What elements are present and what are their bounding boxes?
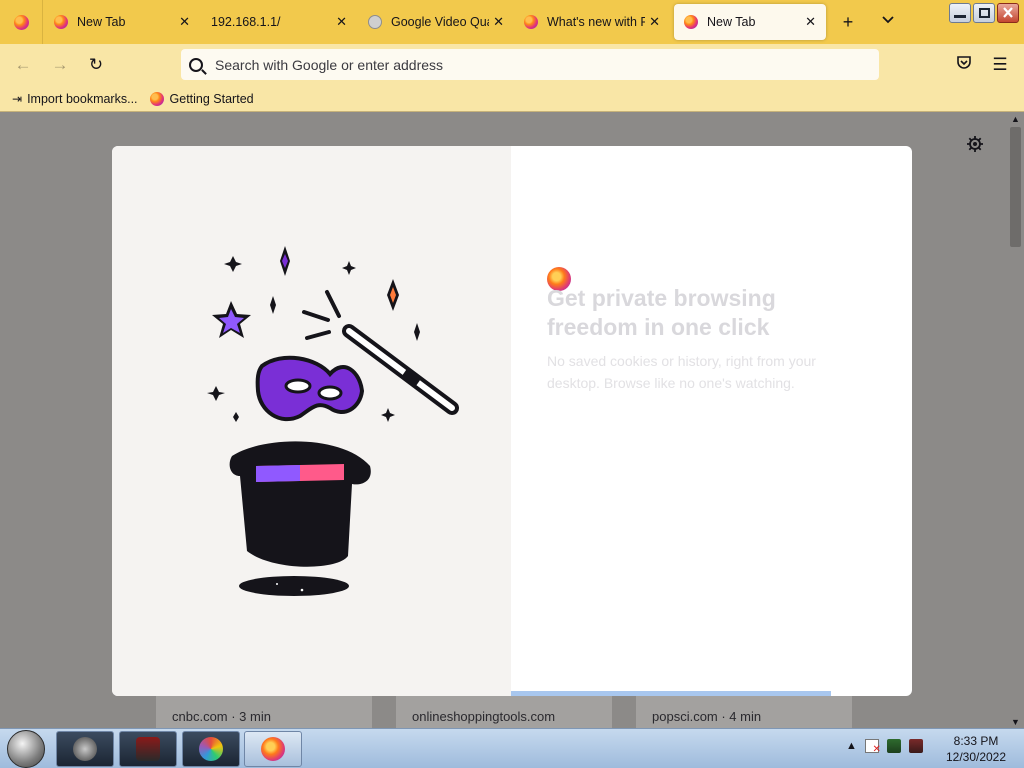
bookmark-label: Getting Started: [169, 91, 254, 106]
list-all-tabs-button[interactable]: [876, 10, 900, 34]
tab-title: New Tab: [77, 15, 126, 29]
close-tab-icon[interactable]: ✕: [179, 14, 190, 30]
tab-new-tab-active[interactable]: New Tab ✕: [674, 4, 826, 40]
scrollbar-thumb[interactable]: [1010, 127, 1021, 247]
start-button[interactable]: [7, 730, 45, 768]
new-tab-button[interactable]: +: [836, 10, 860, 34]
close-tab-icon[interactable]: ✕: [493, 14, 504, 30]
volume-icon[interactable]: [908, 739, 923, 753]
tab-google-video[interactable]: Google Video Qual ✕: [358, 2, 514, 42]
tab-strip: New Tab ✕ 192.168.1.1/ ✕ Google Video Qu…: [0, 0, 1024, 44]
tab-title: New Tab: [707, 15, 756, 29]
restore-button[interactable]: [973, 3, 995, 23]
dialog-heading: Get private browsing freedom in one clic…: [547, 285, 776, 340]
private-browsing-dialog: Get private browsing freedom in one clic…: [112, 146, 912, 696]
pocket-icon: [957, 56, 971, 69]
firefox-icon: [54, 15, 68, 29]
firefox-icon: [524, 15, 538, 29]
tab-new-tab-1[interactable]: New Tab ✕: [44, 2, 200, 42]
tab-whats-new[interactable]: What's new with Fi ✕: [514, 2, 670, 42]
gear-icon: [967, 136, 983, 152]
address-bar[interactable]: [181, 49, 879, 80]
app-icon: [136, 737, 160, 761]
system-tray: ▲ ✕: [846, 739, 923, 755]
firefox-view-button[interactable]: [0, 0, 43, 44]
bookmark-import[interactable]: ⇥ Import bookmarks...: [12, 92, 138, 106]
show-hidden-icons-button[interactable]: ▲: [846, 740, 857, 752]
navigation-toolbar: ← → ↻ ☰: [0, 44, 1024, 86]
action-center-icon[interactable]: ✕: [864, 739, 881, 755]
story-card[interactable]: onlineshoppingtools.com: [396, 696, 612, 728]
close-tab-icon[interactable]: ✕: [649, 14, 660, 30]
close-window-button[interactable]: [997, 3, 1019, 23]
personalize-button[interactable]: [966, 135, 984, 158]
windows-taskbar: ▲ ✕ 8:33 PM 12/30/2022: [0, 728, 1024, 768]
taskbar-app-1[interactable]: [56, 731, 114, 767]
compass-icon: [368, 15, 382, 29]
dialog-message-panel: Get private browsing freedom in one clic…: [511, 146, 912, 696]
clock-date: 12/30/2022: [945, 750, 1007, 764]
back-button[interactable]: ←: [11, 53, 35, 77]
story-source: popsci.com · 4 min: [652, 709, 762, 724]
bookmark-getting-started[interactable]: Getting Started: [149, 91, 254, 106]
new-tab-page: cnbc.com · 3 min onlineshoppingtools.com…: [0, 113, 1024, 728]
search-input[interactable]: [215, 56, 815, 73]
reload-button[interactable]: ↻: [84, 53, 108, 77]
close-tab-icon[interactable]: ✕: [336, 14, 347, 30]
taskbar-app-2[interactable]: [119, 731, 177, 767]
scroll-up-arrow[interactable]: ▲: [1011, 114, 1020, 124]
story-source: onlineshoppingtools.com: [412, 709, 556, 724]
close-icon: [1003, 7, 1013, 18]
forward-button[interactable]: →: [48, 53, 72, 77]
import-icon: ⇥: [12, 91, 23, 106]
scroll-down-arrow[interactable]: ▼: [1011, 717, 1020, 727]
close-tab-icon[interactable]: ✕: [805, 14, 816, 30]
dialog-illustration-panel: [112, 146, 511, 696]
network-icon[interactable]: [886, 739, 901, 753]
minimize-button[interactable]: [949, 3, 971, 23]
dialog-progress-bar: [511, 691, 831, 696]
chevron-down-icon: [882, 16, 894, 24]
app-icon: [199, 737, 223, 761]
firefox-icon: [261, 737, 285, 761]
app-menu-button[interactable]: ☰: [988, 53, 1012, 77]
bookmark-label: Import bookmarks...: [27, 91, 138, 106]
firefox-icon: [13, 14, 29, 30]
app-icon: [73, 737, 97, 761]
minimize-icon: [954, 15, 966, 18]
tab-title: What's new with Fi: [547, 15, 646, 29]
taskbar-app-3[interactable]: [182, 731, 240, 767]
bookmarks-toolbar: ⇥ Import bookmarks... Getting Started: [0, 86, 1024, 112]
system-clock[interactable]: 8:33 PM 12/30/2022: [940, 733, 1012, 765]
tab-router[interactable]: 192.168.1.1/ ✕: [201, 2, 357, 42]
clock-time: 8:33 PM: [953, 734, 999, 748]
firefox-icon: [684, 15, 698, 29]
firefox-icon: [149, 91, 164, 106]
taskbar-firefox[interactable]: [244, 731, 302, 767]
story-card[interactable]: cnbc.com · 3 min: [156, 696, 372, 728]
page-scrollbar[interactable]: ▲ ▼: [1007, 113, 1024, 728]
dialog-body: No saved cookies or history, right from …: [547, 353, 816, 391]
magic-hat-illustration: [207, 246, 459, 596]
tab-title: Google Video Qual: [391, 15, 490, 29]
story-source: cnbc.com · 3 min: [172, 709, 271, 724]
restore-icon: [979, 8, 990, 18]
tab-title: 192.168.1.1/: [211, 15, 281, 29]
pocket-button[interactable]: [952, 53, 976, 77]
search-icon: [189, 57, 203, 72]
story-card[interactable]: popsci.com · 4 min: [636, 696, 852, 728]
